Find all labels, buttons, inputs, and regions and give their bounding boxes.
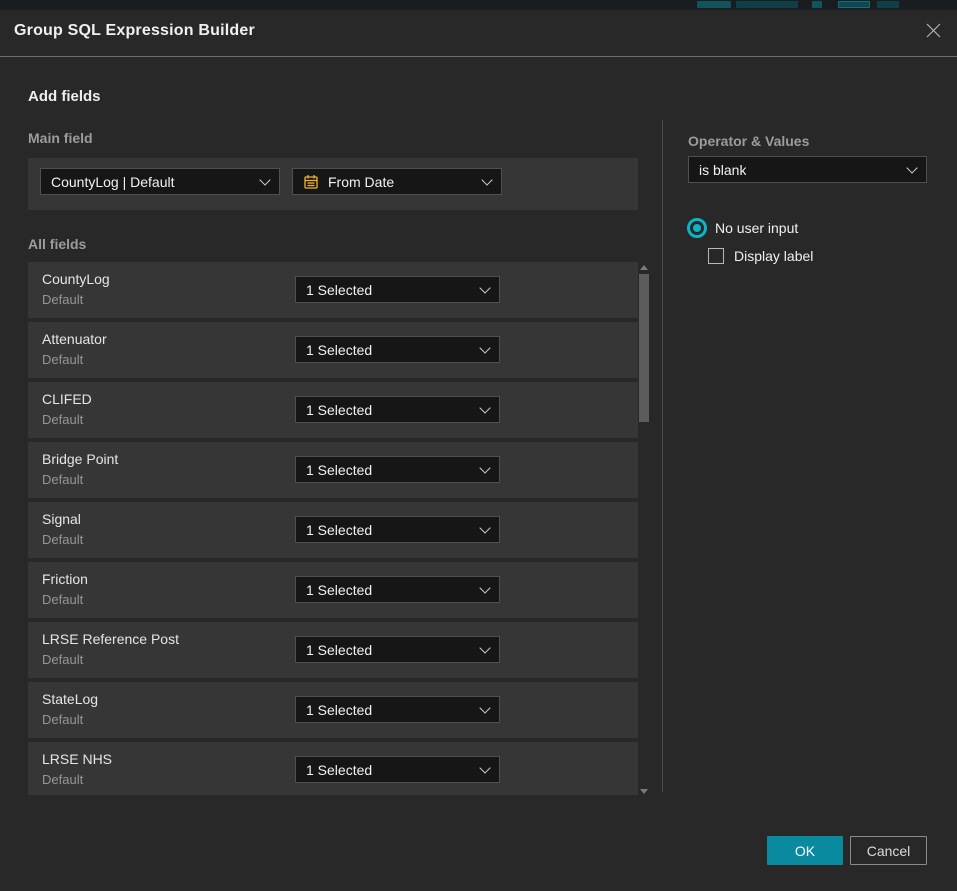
add-fields-heading: Add fields [28, 88, 101, 105]
backdrop-fragment [697, 1, 731, 8]
triangle-down-icon [640, 789, 648, 794]
scrollbar-thumb[interactable] [639, 274, 649, 422]
chevron-down-icon [479, 762, 490, 773]
radio-selected-icon [687, 218, 707, 238]
field-selection-dropdown[interactable]: 1 Selected [295, 516, 500, 543]
main-field-panel: CountyLog | Default From Date [28, 158, 638, 210]
chevron-down-icon [479, 522, 490, 533]
field-subtitle: Default [42, 412, 83, 427]
field-subtitle: Default [42, 292, 83, 307]
field-name: LRSE NHS [42, 751, 112, 767]
field-selection-value: 1 Selected [306, 282, 372, 298]
field-selection-dropdown[interactable]: 1 Selected [295, 276, 500, 303]
chevron-down-icon [479, 702, 490, 713]
field-selection-dropdown[interactable]: 1 Selected [295, 396, 500, 423]
ok-button[interactable]: OK [767, 836, 843, 865]
field-name: LRSE Reference Post [42, 631, 179, 647]
no-user-input-label: No user input [715, 220, 798, 236]
field-selection-value: 1 Selected [306, 762, 372, 778]
all-fields-label: All fields [28, 236, 86, 252]
field-row: Attenuator Default 1 Selected [28, 322, 638, 378]
dialog-title: Group SQL Expression Builder [14, 22, 255, 40]
chevron-down-icon [479, 342, 490, 353]
group-sql-expression-builder-dialog: Group SQL Expression Builder Add fields … [0, 10, 957, 891]
display-label-checkbox[interactable]: Display label [708, 248, 813, 264]
field-subtitle: Default [42, 532, 83, 547]
backdrop-fragment [838, 1, 870, 8]
field-selection-dropdown[interactable]: 1 Selected [295, 636, 500, 663]
close-icon [925, 22, 942, 44]
field-subtitle: Default [42, 712, 83, 727]
field-subtitle: Default [42, 352, 83, 367]
chevron-down-icon [479, 582, 490, 593]
chevron-down-icon [479, 402, 490, 413]
field-row: LRSE Reference Post Default 1 Selected [28, 622, 638, 678]
field-selection-dropdown[interactable]: 1 Selected [295, 336, 500, 363]
field-subtitle: Default [42, 652, 83, 667]
operator-value: is blank [699, 162, 746, 178]
main-field-layer-value: CountyLog | Default [51, 174, 175, 190]
backdrop-fragment [877, 1, 899, 8]
field-name: Friction [42, 571, 88, 587]
field-selection-value: 1 Selected [306, 702, 372, 718]
field-selection-value: 1 Selected [306, 342, 372, 358]
main-field-field-value: From Date [328, 174, 394, 190]
main-field-label: Main field [28, 130, 93, 146]
main-field-field-dropdown[interactable]: From Date [292, 168, 502, 195]
dialog-header: Group SQL Expression Builder [0, 10, 957, 57]
triangle-up-icon [640, 265, 648, 270]
field-subtitle: Default [42, 772, 83, 787]
main-field-layer-dropdown[interactable]: CountyLog | Default [40, 168, 280, 195]
checkbox-unchecked-icon [708, 248, 724, 264]
field-name: Signal [42, 511, 81, 527]
chevron-down-icon [479, 462, 490, 473]
field-selection-value: 1 Selected [306, 582, 372, 598]
field-name: Bridge Point [42, 451, 118, 467]
field-selection-value: 1 Selected [306, 522, 372, 538]
field-row: CLIFED Default 1 Selected [28, 382, 638, 438]
chevron-down-icon [479, 642, 490, 653]
field-selection-value: 1 Selected [306, 642, 372, 658]
field-row: Signal Default 1 Selected [28, 502, 638, 558]
chevron-down-icon [479, 282, 490, 293]
chevron-down-icon [259, 174, 270, 185]
field-row: CountyLog Default 1 Selected [28, 262, 638, 318]
calendar-date-icon [303, 174, 319, 190]
backdrop-fragment [736, 1, 798, 8]
field-name: StateLog [42, 691, 98, 707]
display-label-text: Display label [734, 248, 813, 264]
field-name: CountyLog [42, 271, 110, 287]
field-selection-dropdown[interactable]: 1 Selected [295, 696, 500, 723]
field-selection-dropdown[interactable]: 1 Selected [295, 756, 500, 783]
panel-divider [662, 120, 663, 792]
scrollbar-down-arrow[interactable] [639, 788, 649, 794]
chevron-down-icon [481, 174, 492, 185]
backdrop-fragment [812, 1, 822, 8]
field-selection-dropdown[interactable]: 1 Selected [295, 456, 500, 483]
field-selection-value: 1 Selected [306, 402, 372, 418]
no-user-input-radio[interactable]: No user input [687, 218, 798, 238]
operator-values-label: Operator & Values [688, 133, 809, 149]
field-name: Attenuator [42, 331, 107, 347]
field-selection-value: 1 Selected [306, 462, 372, 478]
close-button[interactable] [915, 16, 951, 50]
field-row: Bridge Point Default 1 Selected [28, 442, 638, 498]
field-subtitle: Default [42, 592, 83, 607]
field-row: LRSE NHS Default 1 Selected [28, 742, 638, 795]
field-subtitle: Default [42, 472, 83, 487]
field-selection-dropdown[interactable]: 1 Selected [295, 576, 500, 603]
field-row: Friction Default 1 Selected [28, 562, 638, 618]
all-fields-list: CountyLog Default 1 Selected Attenuator … [28, 262, 638, 795]
operator-dropdown[interactable]: is blank [688, 156, 927, 183]
cancel-button[interactable]: Cancel [850, 836, 927, 865]
scrollbar-up-arrow[interactable] [639, 264, 649, 270]
field-name: CLIFED [42, 391, 92, 407]
field-row: StateLog Default 1 Selected [28, 682, 638, 738]
chevron-down-icon [906, 162, 917, 173]
